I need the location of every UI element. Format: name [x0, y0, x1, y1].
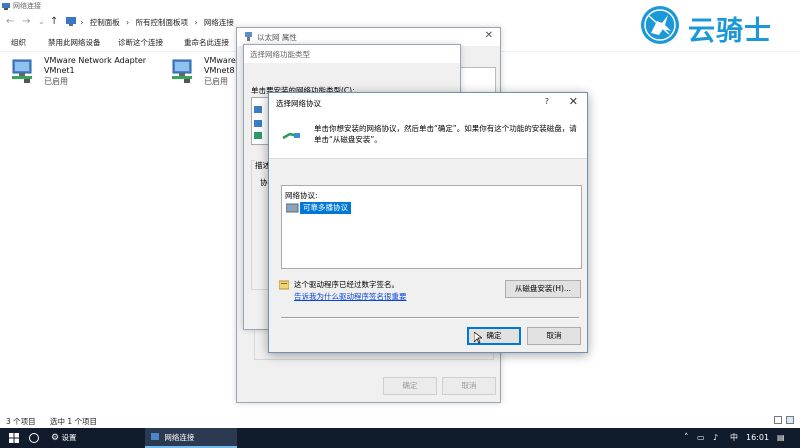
up-arrow-icon[interactable]: ↑ — [50, 16, 58, 27]
network-icon — [2, 3, 10, 10]
breadcrumb-all-items[interactable]: 所有控制面板项 — [136, 18, 189, 27]
client-icon — [254, 106, 262, 113]
protocol-list-header: 网络协议: — [285, 191, 318, 200]
windows-start-icon[interactable] — [9, 433, 19, 443]
dialog-separator — [281, 317, 579, 319]
notifications-icon[interactable]: ▤ — [777, 428, 785, 448]
protocol-header: 单击你想安装的网络协议，然后单击“确定”。如果你有这个功能的安装磁盘，请单击“从… — [269, 113, 587, 159]
protocol-listbox[interactable]: 网络协议: 可靠多播协议 — [281, 185, 582, 269]
adapter-vmnet1[interactable]: VMware Network Adapter VMnet1 已启用 — [10, 56, 160, 90]
properties-cancel-button[interactable]: 取消 — [442, 377, 496, 395]
back-arrow-icon[interactable]: ← — [6, 16, 14, 27]
close-icon[interactable]: ✕ — [569, 95, 578, 108]
tray-chevron-icon[interactable]: ˄ — [684, 428, 689, 448]
network-adapter-icon — [172, 59, 192, 83]
ime-indicator[interactable]: 中 — [730, 428, 738, 448]
tray-volume-icon[interactable]: ♪ — [713, 428, 718, 448]
list-item-label: 可靠多播协议 — [300, 202, 351, 214]
breadcrumb-control-panel[interactable]: 控制面板 — [90, 18, 120, 27]
recent-dropdown-icon[interactable]: ⌄ — [38, 17, 45, 26]
details-view-icon[interactable] — [774, 416, 782, 424]
adapter-device: VMnet8 — [204, 66, 235, 75]
properties-title: 以太网 属性 — [257, 33, 297, 42]
service-icon — [254, 120, 262, 127]
window-title: 网络连接 — [13, 2, 41, 10]
taskbar: ⚙ 设置 网络连接 ˄ ▭ ♪ 中 16:01 ▤ — [0, 428, 800, 448]
close-icon[interactable]: ✕ — [485, 30, 493, 41]
adapter-status: 已启用 — [204, 77, 228, 86]
breadcrumb: › 控制面板 › 所有控制面板项 › 网络连接 — [66, 17, 238, 28]
protocol-icon — [254, 132, 262, 139]
brand-logo: 云骑士 — [636, 4, 786, 47]
network-cable-icon — [282, 132, 300, 140]
breadcrumb-sep: › — [80, 18, 84, 27]
signing-info-link[interactable]: 告诉我为什么驱动程序签名很重要 — [294, 291, 407, 302]
breadcrumb-network[interactable]: 网络连接 — [204, 18, 234, 27]
properties-ok-button[interactable]: 确定 — [383, 377, 437, 395]
cancel-button[interactable]: 取消 — [527, 327, 581, 345]
protocol-title-bar: 选择网络协议 ? ✕ — [269, 93, 587, 113]
protocol-item-icon — [286, 203, 299, 213]
search-icon[interactable] — [29, 433, 39, 443]
breadcrumb-sep: › — [126, 18, 130, 27]
network-small-icon — [245, 32, 252, 41]
rename-button[interactable]: 重命名此连接 — [184, 37, 229, 48]
certificate-icon — [279, 280, 289, 290]
select-protocol-dialog: 选择网络协议 ? ✕ 单击你想安装的网络协议，然后单击“确定”。如果你有这个功能… — [268, 92, 588, 353]
help-icon[interactable]: ? — [545, 97, 549, 106]
forward-arrow-icon[interactable]: → — [22, 16, 30, 27]
adapter-status: 已启用 — [44, 77, 68, 86]
organize-button[interactable]: 组织 — [11, 37, 26, 48]
breadcrumb-sep: › — [194, 18, 198, 27]
have-disk-button[interactable]: 从磁盘安装(H)... — [505, 280, 581, 298]
taskbar-network-connections[interactable]: 网络连接 — [145, 428, 237, 448]
selected-count: 选中 1 个项目 — [50, 417, 98, 426]
clock[interactable]: 16:01 — [746, 428, 769, 448]
logo-text: 云骑士 — [688, 16, 772, 47]
knight-logo-icon — [641, 6, 679, 44]
network-icon — [151, 433, 159, 440]
taskbar-settings-label: 设置 — [61, 433, 77, 442]
feature-title-bar: 选择网络功能类型 — [244, 45, 460, 63]
signed-text: 这个驱动程序已经过数字签名。 — [294, 280, 399, 289]
network-adapter-icon — [12, 59, 32, 83]
protocol-title: 选择网络协议 — [276, 99, 321, 108]
tiles-view-icon[interactable] — [786, 416, 794, 424]
feature-title: 选择网络功能类型 — [250, 50, 310, 59]
control-panel-icon — [66, 17, 76, 26]
taskbar-network-label: 网络连接 — [164, 433, 195, 442]
gear-icon: ⚙ — [51, 433, 60, 443]
status-bar: 3 个项目 选中 1 个项目 — [0, 412, 800, 428]
adapter-vmnet8[interactable]: VMware N VMnet8 已启用 — [170, 56, 244, 90]
instruction-text: 单击你想安装的网络协议，然后单击“确定”。如果你有这个功能的安装磁盘，请单击“从… — [314, 124, 577, 144]
disable-device-button[interactable]: 禁用此网络设备 — [48, 37, 101, 48]
diagnose-button[interactable]: 诊断这个连接 — [118, 37, 163, 48]
adapter-device: VMnet1 — [44, 66, 75, 75]
taskbar-settings[interactable]: ⚙ 设置 — [47, 428, 142, 448]
tray-network-icon[interactable]: ▭ — [697, 428, 705, 448]
mouse-cursor-icon — [474, 332, 482, 344]
item-count: 3 个项目 — [6, 417, 36, 426]
adapter-name: VMware Network Adapter — [44, 56, 147, 65]
